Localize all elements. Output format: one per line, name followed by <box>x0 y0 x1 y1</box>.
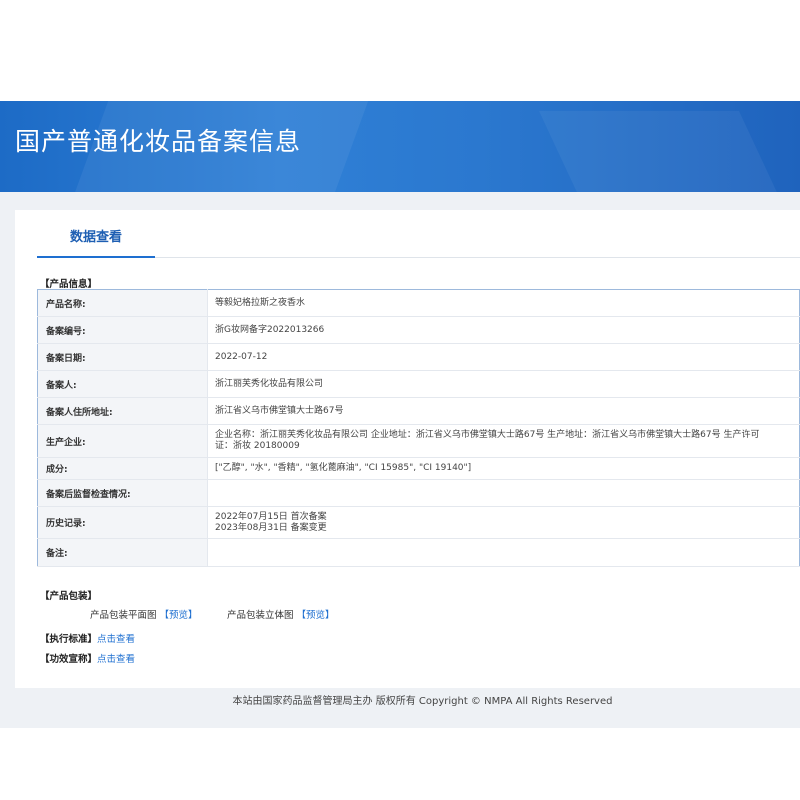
field-value <box>207 538 800 567</box>
banner-decoration <box>539 111 781 192</box>
field-label: 备案日期: <box>37 343 208 371</box>
packaging-flat-preview-link[interactable]: 【预览】 <box>160 610 198 621</box>
field-label: 产品名称: <box>37 289 208 317</box>
table-row: 历史记录: 2022年07月15日 首次备案 2023年08月31日 备案变更 <box>37 506 800 539</box>
packaging-solid-preview-link[interactable]: 【预览】 <box>297 610 335 621</box>
field-label: 备案人住所地址: <box>37 397 208 425</box>
field-label: 备案人: <box>37 370 208 398</box>
history-entry: 2023年08月31日 备案变更 <box>215 522 327 533</box>
table-row: 备案编号: 浙G妆网备字2022013266 <box>37 316 800 344</box>
table-row: 生产企业: 企业名称：浙江丽芙秀化妆品有限公司 企业地址：浙江省义乌市佛堂镇大士… <box>37 424 800 458</box>
packaging-flat-item: 产品包装平面图 【预览】 <box>90 607 198 621</box>
field-value: 2022年07月15日 首次备案 2023年08月31日 备案变更 <box>207 506 800 539</box>
table-row: 产品名称: 等毅妃格拉斯之夜香水 <box>37 289 800 317</box>
field-value: 2022-07-12 <box>207 343 800 371</box>
footer-copyright: 本站由国家药品监督管理局主办 版权所有 Copyright © NMPA All… <box>232 696 613 707</box>
field-value: ["乙醇", "水", "香精", "氢化蓖麻油", "CI 15985", "… <box>207 457 800 480</box>
section-label-packaging: 【产品包装】 <box>40 591 98 602</box>
history-entry: 2022年07月15日 首次备案 <box>215 511 327 522</box>
field-label: 备注: <box>37 538 208 567</box>
packaging-flat-label: 产品包装平面图 <box>90 610 157 621</box>
field-label: 备案后监督检查情况: <box>37 479 208 507</box>
field-label: 备案编号: <box>37 316 208 344</box>
field-value: 浙G妆网备字2022013266 <box>207 316 800 344</box>
section-label-product-info: 【产品信息】 <box>40 279 98 290</box>
field-label: 生产企业: <box>37 424 208 458</box>
field-value: 浙江省义乌市佛堂镇大士路67号 <box>207 397 800 425</box>
packaging-solid-item: 产品包装立体图 【预览】 <box>227 607 335 621</box>
table-row: 备案人: 浙江丽芙秀化妆品有限公司 <box>37 370 800 398</box>
table-row: 备案日期: 2022-07-12 <box>37 343 800 371</box>
efficacy-view-link[interactable]: 点击查看 <box>97 651 135 665</box>
field-value: 等毅妃格拉斯之夜香水 <box>207 289 800 317</box>
table-row: 备案后监督检查情况: <box>37 479 800 507</box>
tab-data-view[interactable]: 数据查看 <box>37 226 155 258</box>
table-row: 备案人住所地址: 浙江省义乌市佛堂镇大士路67号 <box>37 397 800 425</box>
field-value <box>207 479 800 507</box>
field-label: 成分: <box>37 457 208 480</box>
top-blank-area <box>0 0 800 101</box>
field-value: 浙江丽芙秀化妆品有限公司 <box>207 370 800 398</box>
page-title: 国产普通化妆品备案信息 <box>15 127 302 156</box>
field-label: 历史记录: <box>37 506 208 539</box>
product-info-table: 产品名称: 等毅妃格拉斯之夜香水 备案编号: 浙G妆网备字2022013266 … <box>37 289 800 567</box>
table-row: 备注: <box>37 538 800 567</box>
section-label-standard: 【执行标准】 <box>40 634 98 645</box>
packaging-solid-label: 产品包装立体图 <box>227 610 294 621</box>
standard-view-link[interactable]: 点击查看 <box>97 631 135 645</box>
table-row: 成分: ["乙醇", "水", "香精", "氢化蓖麻油", "CI 15985… <box>37 457 800 480</box>
field-value: 企业名称：浙江丽芙秀化妆品有限公司 企业地址：浙江省义乌市佛堂镇大士路67号 生… <box>207 424 800 458</box>
section-label-efficacy: 【功效宣称】 <box>40 654 98 665</box>
